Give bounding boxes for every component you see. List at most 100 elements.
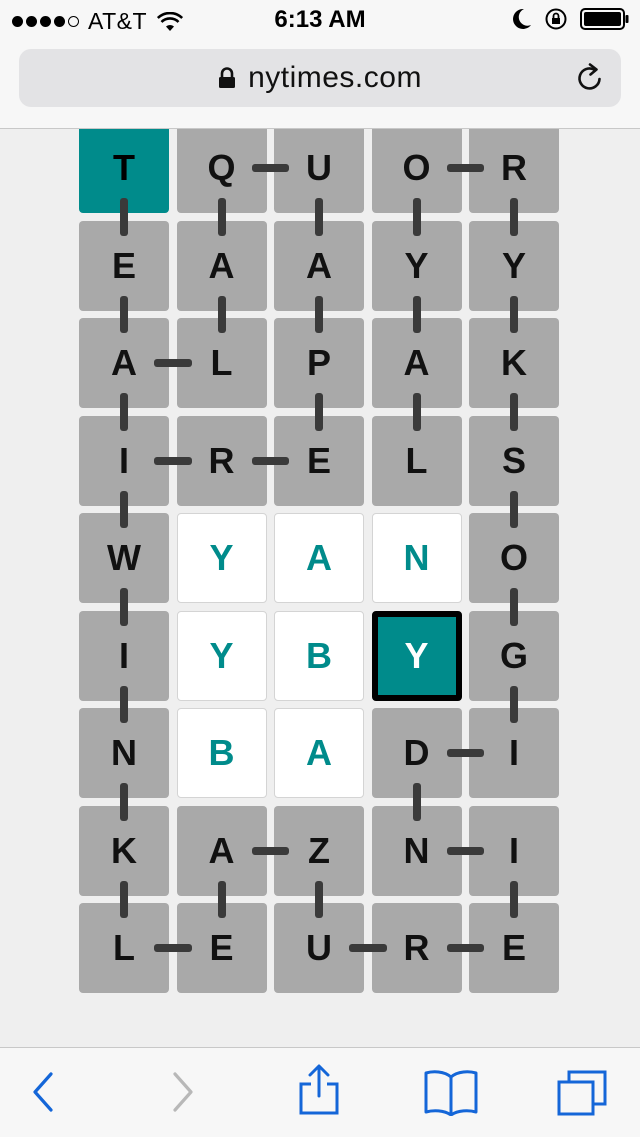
letter-link <box>510 588 518 626</box>
cell-letter: T <box>113 147 135 188</box>
cell-letter: O <box>499 537 528 578</box>
game-board: T Q U O R E A A Y Y A L P A K I R E L S W Y A N O I Y B Y G N B A D I K A Z N I… <box>0 129 640 1047</box>
battery-icon <box>580 8 629 30</box>
tabs-icon[interactable] <box>556 1068 608 1116</box>
rotation-lock-icon <box>545 8 567 30</box>
letter-link <box>349 944 387 952</box>
letter-link <box>120 880 128 918</box>
cell-letter: K <box>501 342 527 383</box>
letter-link <box>120 783 128 821</box>
cell-letter: E <box>209 927 234 968</box>
cell-letter: E <box>501 927 526 968</box>
cell-letter: L <box>113 927 135 968</box>
letter-link <box>217 198 226 236</box>
cell-letter: B <box>306 634 332 676</box>
letter-link <box>120 198 128 236</box>
cell-letter: L <box>210 342 233 383</box>
cell-letter: D <box>403 732 430 773</box>
letter-link <box>510 880 518 918</box>
reload-icon[interactable] <box>575 63 605 93</box>
letter-link <box>446 944 484 952</box>
cell-letter: A <box>306 244 332 286</box>
padlock-icon <box>219 67 236 88</box>
letter-link <box>120 295 128 333</box>
url-text: nytimes.com <box>248 61 422 94</box>
cell-letter: I <box>508 732 519 773</box>
cell-letter: P <box>306 342 331 383</box>
book-icon[interactable] <box>424 1068 478 1116</box>
cell-letter: U <box>306 147 332 188</box>
cell-letter: Y <box>404 244 429 286</box>
letter-link <box>315 393 323 431</box>
cell-letter: N <box>403 537 430 578</box>
letter-link <box>510 295 518 333</box>
cell-letter: E <box>111 244 136 286</box>
letter-link <box>120 490 128 528</box>
cell-letter: I <box>508 829 519 871</box>
cell-letter: S <box>501 439 526 481</box>
letter-link <box>154 456 192 465</box>
chevron-left-icon[interactable] <box>30 1070 56 1114</box>
cell-letter: Y <box>404 634 429 676</box>
cell-letter: Y <box>209 634 234 676</box>
cell-letter: A <box>208 244 235 286</box>
letter-link <box>412 295 421 333</box>
letter-link <box>251 456 289 465</box>
browser-toolbar <box>0 1047 640 1137</box>
cell-letter: I <box>118 439 129 481</box>
letter-link <box>251 846 289 855</box>
cell-letter: A <box>306 732 332 773</box>
status-right <box>512 7 630 31</box>
cell-letter: K <box>111 829 137 871</box>
cell-letter: N <box>403 829 430 871</box>
cell-letter: R <box>208 439 235 481</box>
cell-letter: I <box>118 634 129 676</box>
letter-link <box>251 164 289 172</box>
letter-link <box>412 783 421 821</box>
cell-letter: A <box>111 342 137 383</box>
letter-link <box>315 880 323 918</box>
letter-link <box>315 198 323 236</box>
address-content: nytimes.com <box>19 49 621 107</box>
letter-link <box>217 880 226 918</box>
cell-letter: E <box>306 439 331 481</box>
address-bar[interactable]: nytimes.com <box>19 49 621 107</box>
cell-letter: R <box>403 927 430 968</box>
cell-letter: Z <box>308 829 330 871</box>
cell-letter: G <box>499 634 528 676</box>
cell-letter: A <box>403 342 430 383</box>
cell-letter: R <box>501 147 527 188</box>
letter-link <box>120 685 128 723</box>
letter-link <box>510 198 518 236</box>
cell-letter: Q <box>207 147 236 188</box>
status-bar: AT&T 6:13 AM <box>0 0 640 40</box>
letter-link <box>315 295 323 333</box>
letter-link <box>446 846 484 855</box>
moon-icon <box>513 8 531 29</box>
letter-link <box>120 588 128 626</box>
letter-link <box>510 685 518 723</box>
cell-letter: Y <box>501 244 526 286</box>
letter-link <box>412 393 421 431</box>
cell-letter: N <box>111 732 137 773</box>
cell-letter: U <box>306 927 332 968</box>
cell-letter: Y <box>209 537 234 578</box>
letter-link <box>154 944 192 952</box>
cell-letter: A <box>306 537 332 578</box>
letter-link <box>446 749 484 757</box>
chevron-right-icon[interactable] <box>170 1070 196 1114</box>
cell-letter: L <box>405 439 428 481</box>
letter-link <box>217 295 226 333</box>
cell-letter: A <box>208 829 235 871</box>
letter-link <box>446 164 484 172</box>
letter-link <box>412 198 421 236</box>
letter-link <box>154 359 192 367</box>
cell-letter: W <box>107 537 141 578</box>
browser-url-area: nytimes.com <box>0 40 640 129</box>
cell-letter: B <box>208 732 235 773</box>
letter-link <box>510 490 518 528</box>
share-icon[interactable] <box>298 1064 340 1116</box>
letter-link <box>120 393 128 431</box>
letter-link <box>510 393 518 431</box>
cell-letter: O <box>402 147 431 188</box>
